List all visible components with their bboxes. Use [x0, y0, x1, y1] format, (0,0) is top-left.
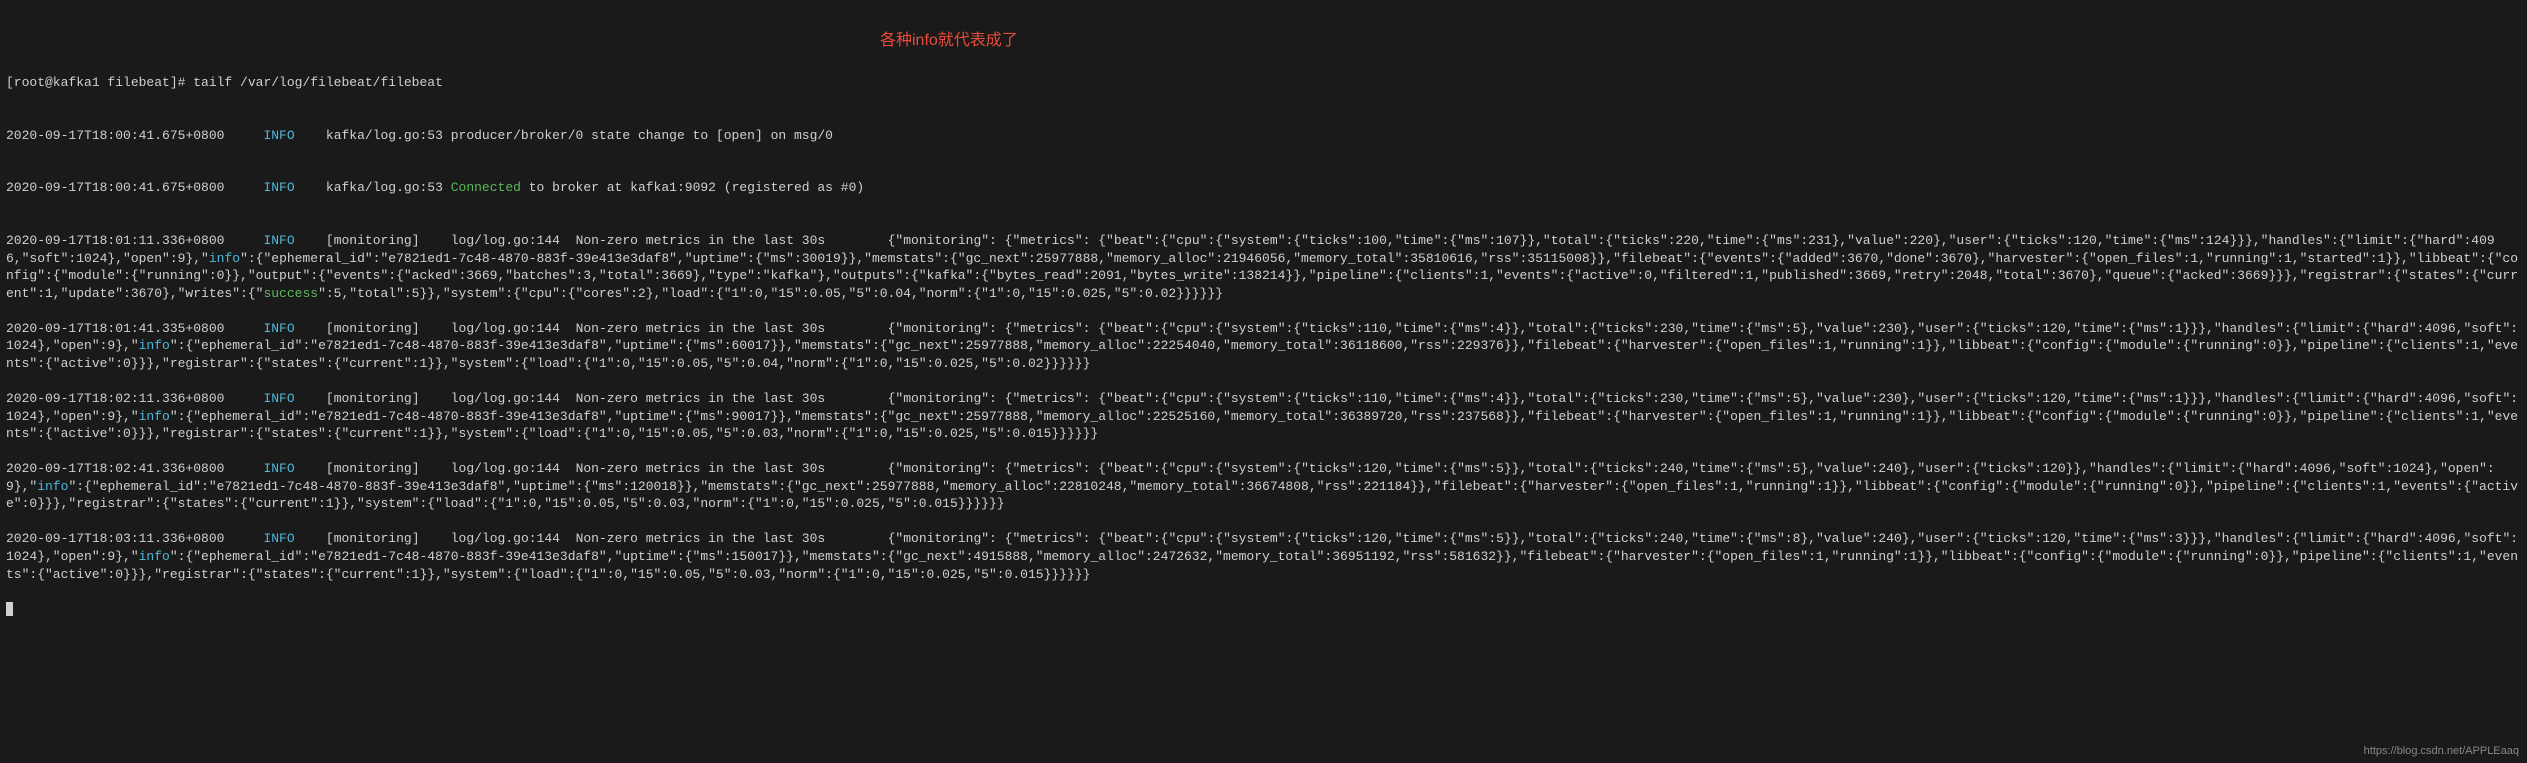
log-line: 2020-09-17T18:02:41.336+0800 INFO [monit…: [6, 460, 2521, 513]
info-key: info: [139, 549, 170, 564]
info-key: info: [37, 479, 68, 494]
shell-prompt: [root@kafka1 filebeat]# tailf /var/log/f…: [6, 74, 2521, 92]
log-line: 2020-09-17T18:03:11.336+0800 INFO [monit…: [6, 530, 2521, 583]
log-level-info: INFO: [263, 233, 294, 248]
success-key: success: [263, 286, 318, 301]
log-level-info: INFO: [263, 461, 294, 476]
info-key: info: [139, 409, 170, 424]
log-level-info: INFO: [263, 180, 294, 195]
info-key: info: [209, 251, 240, 266]
annotation-text: 各种info就代表成了: [880, 30, 1018, 52]
log-level-info: INFO: [263, 531, 294, 546]
log-level-info: INFO: [263, 391, 294, 406]
terminal-output[interactable]: [root@kafka1 filebeat]# tailf /var/log/f…: [6, 74, 2521, 618]
log-line: 2020-09-17T18:01:11.336+0800 INFO [monit…: [6, 232, 2521, 302]
log-level-info: INFO: [263, 321, 294, 336]
log-line: 2020-09-17T18:00:41.675+0800 INFO kafka/…: [6, 127, 2521, 145]
terminal-cursor: [6, 602, 13, 616]
log-line: 2020-09-17T18:02:11.336+0800 INFO [monit…: [6, 390, 2521, 443]
watermark-text: https://blog.csdn.net/APPLEaaq: [2364, 744, 2519, 759]
connected-status: Connected: [451, 180, 521, 195]
log-line: 2020-09-17T18:01:41.335+0800 INFO [monit…: [6, 320, 2521, 373]
info-key: info: [139, 338, 170, 353]
log-level-info: INFO: [263, 128, 294, 143]
log-line: 2020-09-17T18:00:41.675+0800 INFO kafka/…: [6, 179, 2521, 197]
